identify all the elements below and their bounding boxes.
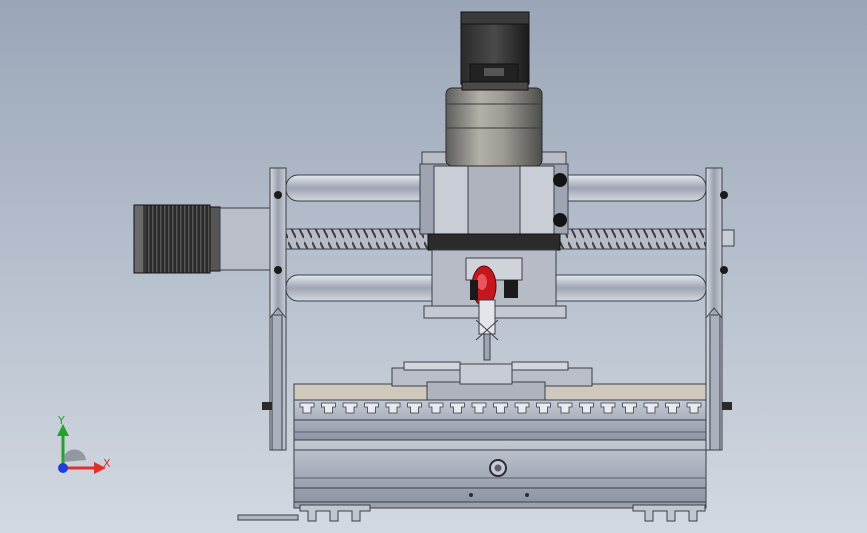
spindle-body[interactable] [445, 87, 543, 167]
base-extrusion[interactable] [293, 436, 707, 509]
triad-y-label: Y [58, 414, 65, 427]
cnc-machine-model[interactable] [0, 0, 867, 533]
z-axis-stepper-motor[interactable] [460, 11, 530, 91]
triad-x-label: X [103, 457, 111, 470]
x-axis-stepper-motor[interactable] [133, 204, 271, 274]
graphics-viewport[interactable]: Y X [0, 0, 867, 533]
frame-right-column[interactable] [705, 167, 735, 451]
